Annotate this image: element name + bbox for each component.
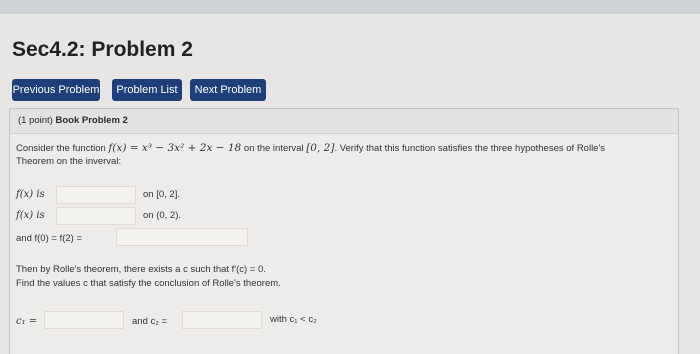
hypothesis-2-label: f(x) is [16,210,45,221]
hypothesis-2-interval: on (0, 2). [143,210,182,221]
c1-answer-field[interactable] [44,311,124,329]
ordering-note: with c₁ < c₂ [270,314,317,325]
endpoint-value-field[interactable] [116,228,248,246]
hypothesis-3-label: and f(0) = f(2) = [16,233,83,244]
hypothesis-1-interval: on [0, 2]. [143,189,180,200]
statement-line-2: Theorem on the inverval: [16,156,122,167]
top-bar [0,0,700,14]
conclusion-text: Then by Rolle's theorem, there exists a … [16,264,266,275]
problem-list-button[interactable]: Problem List [112,79,182,101]
problem-panel: (1 point) Book Problem 2 Consider the fu… [9,108,679,354]
point-value: (1 point) [18,115,53,126]
differentiability-answer-field[interactable] [56,207,136,225]
next-problem-button[interactable]: Next Problem [190,79,266,101]
previous-problem-button[interactable]: Previous Problem [12,79,100,101]
statement-line-1: Consider the function f(x) = x³ − 3x² + … [16,142,605,154]
verify-text: . Verify that this function satisfies th… [334,143,606,154]
hypothesis-1-label: f(x) is [16,189,45,200]
function-expression: f(x) = x³ − 3x² + 2x − 18 [108,142,242,154]
intro-text: Consider the function [16,143,106,154]
problem-name: Book Problem 2 [55,115,128,126]
instruction-text: Find the values c that satisfy the concl… [16,278,281,289]
c2-label: and c₂ = [132,316,168,327]
c2-answer-field[interactable] [182,311,262,329]
interval-text: on the interval [243,143,304,154]
c1-label: c₁ = [16,316,38,327]
problem-heading: (1 point) Book Problem 2 [18,115,128,126]
continuity-answer-field[interactable] [56,186,136,204]
interval-expression: [0, 2] [306,142,335,154]
page-title: Sec4.2: Problem 2 [12,38,193,61]
